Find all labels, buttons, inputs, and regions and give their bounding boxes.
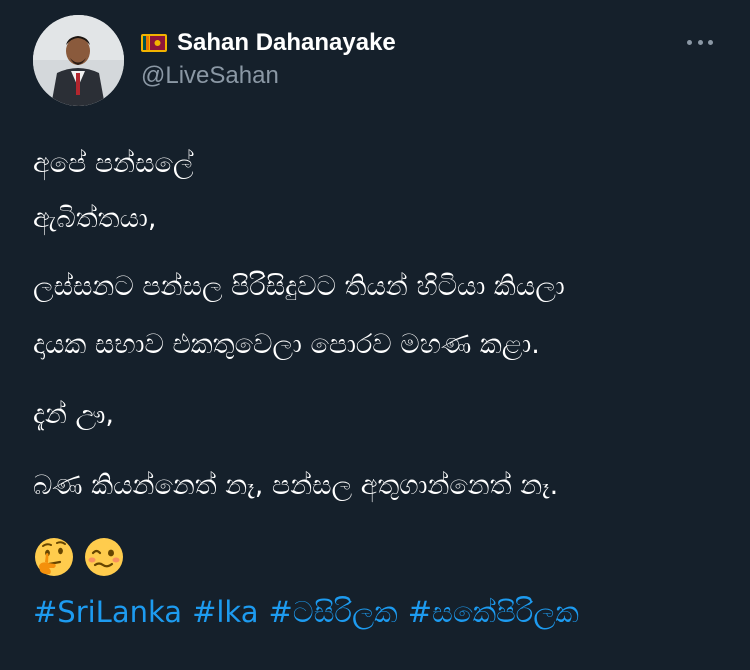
tweet-line: දායක සභාව එකතුවෙලා පොරව මහණ කළා.: [33, 329, 540, 360]
sri-lanka-flag-icon: [141, 34, 167, 52]
more-dot-icon: [697, 39, 703, 45]
hashtag-link[interactable]: #ටසිරිලක: [268, 593, 397, 631]
more-dot-icon: [708, 39, 713, 45]
thinking-face-icon: [35, 538, 73, 576]
hashtag-link[interactable]: #SriLanka: [33, 593, 182, 631]
woozy-face-icon: [85, 538, 123, 576]
author-name-row[interactable]: Sahan Dahanayake: [141, 28, 396, 58]
more-options-button[interactable]: [687, 30, 713, 54]
avatar[interactable]: [33, 15, 124, 106]
emoji-row: [33, 536, 125, 578]
tweet-line: අපේ පන්සලේ: [33, 148, 194, 179]
tweet-line: ඇබිත්තයා,: [33, 203, 157, 234]
author-display-name[interactable]: Sahan Dahanayake: [177, 28, 396, 58]
hashtag-link[interactable]: #සකේපිරිලක: [408, 593, 579, 631]
tweet-line: ලස්සනට පන්සල පිරිසිදුවට තියන් හිටියා කිය…: [33, 271, 565, 302]
more-dot-icon: [687, 39, 692, 45]
hashtag-link[interactable]: #lka: [192, 593, 258, 631]
author-handle[interactable]: @LiveSahan: [141, 61, 279, 91]
hashtag-list: #SriLanka #lka #ටසිරිලක #සකේපිරිලක: [33, 593, 579, 631]
tweet-line: බණ කියන්නෙත් නෑ, පන්සල අතුගාන්නෙත් නෑ.: [33, 470, 559, 501]
tweet-line: දැන් ඌ,: [33, 399, 115, 430]
